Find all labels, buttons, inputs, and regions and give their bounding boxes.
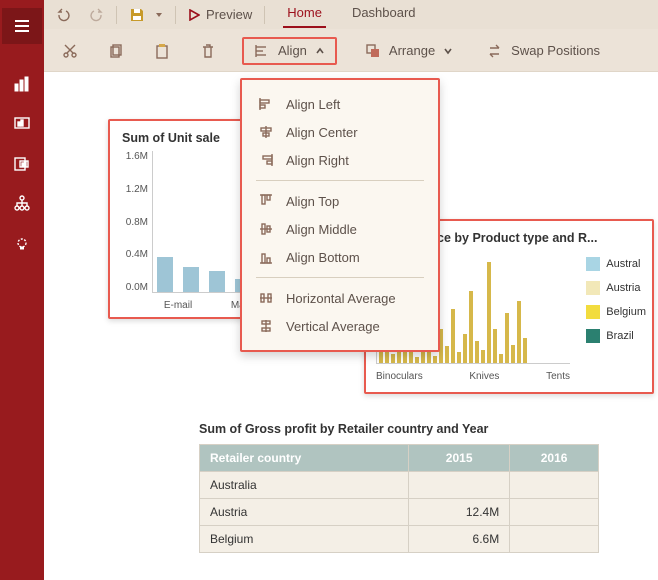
tab-dashboard[interactable]: Dashboard — [348, 1, 420, 28]
undo-button[interactable] — [52, 5, 76, 25]
lightbulb-icon[interactable] — [2, 226, 42, 262]
align-center-item[interactable]: Align Center — [242, 118, 438, 146]
align-top-item[interactable]: Align Top — [242, 187, 438, 215]
chevron-up-icon — [315, 46, 325, 56]
arrange-dropdown-button[interactable]: Arrange — [359, 39, 459, 63]
chevron-down-icon — [443, 46, 453, 56]
chart1-yaxis: 1.6M 1.2M 0.8M 0.4M 0.0M — [116, 151, 148, 293]
horizontal-average-item[interactable]: Horizontal Average — [242, 284, 438, 312]
delete-button[interactable] — [196, 39, 220, 63]
gross-profit-table: Retailer country 2015 2016 Australia Aus… — [199, 444, 599, 553]
table-title: Sum of Gross profit by Retailer country … — [199, 422, 599, 436]
home-toolbar: Align Arrange Swap Positions — [44, 30, 658, 72]
preview-label: Preview — [206, 7, 252, 22]
table-header: Retailer country — [200, 445, 409, 472]
copy-button[interactable] — [104, 39, 128, 63]
chart2-legend: Austral Austria Belgium Brazil — [586, 257, 646, 343]
save-dropdown-icon[interactable] — [151, 9, 167, 21]
bar-chart-icon[interactable] — [2, 66, 42, 102]
table-row: Belgium6.6M — [200, 526, 599, 553]
presentation-icon[interactable] — [2, 106, 42, 142]
report-icon[interactable] — [2, 146, 42, 182]
chart2-xaxis: Binoculars Knives Tents — [376, 371, 570, 382]
table-row: Austria12.4M — [200, 499, 599, 526]
preview-button[interactable]: Preview — [184, 5, 256, 24]
align-dropdown-button[interactable]: Align — [242, 37, 337, 65]
align-label: Align — [278, 43, 307, 58]
align-left-item[interactable]: Align Left — [242, 90, 438, 118]
vertical-average-item[interactable]: Vertical Average — [242, 312, 438, 340]
align-right-item[interactable]: Align Right — [242, 146, 438, 174]
align-middle-item[interactable]: Align Middle — [242, 215, 438, 243]
hierarchy-icon[interactable] — [2, 186, 42, 222]
table-row: Australia — [200, 472, 599, 499]
table-card-gross-profit[interactable]: Sum of Gross profit by Retailer country … — [199, 422, 599, 553]
menu-icon[interactable] — [2, 8, 42, 44]
redo-button[interactable] — [84, 5, 108, 25]
title-bar: Preview Home Dashboard — [44, 0, 658, 30]
swap-label: Swap Positions — [511, 43, 600, 58]
save-button[interactable] — [125, 5, 149, 25]
table-header: 2015 — [409, 445, 510, 472]
align-menu: Align Left Align Center Align Right Alig… — [240, 78, 440, 352]
swap-positions-button[interactable]: Swap Positions — [481, 39, 606, 63]
paste-button[interactable] — [150, 39, 174, 63]
design-canvas[interactable]: Sum of Unit sale 1.6M 1.2M 0.8M 0.4M 0.0… — [44, 72, 658, 580]
left-rail — [0, 0, 44, 580]
arrange-label: Arrange — [389, 43, 435, 58]
cut-button[interactable] — [58, 39, 82, 63]
align-bottom-item[interactable]: Align Bottom — [242, 243, 438, 271]
table-header: 2016 — [510, 445, 599, 472]
tab-home[interactable]: Home — [283, 1, 326, 28]
